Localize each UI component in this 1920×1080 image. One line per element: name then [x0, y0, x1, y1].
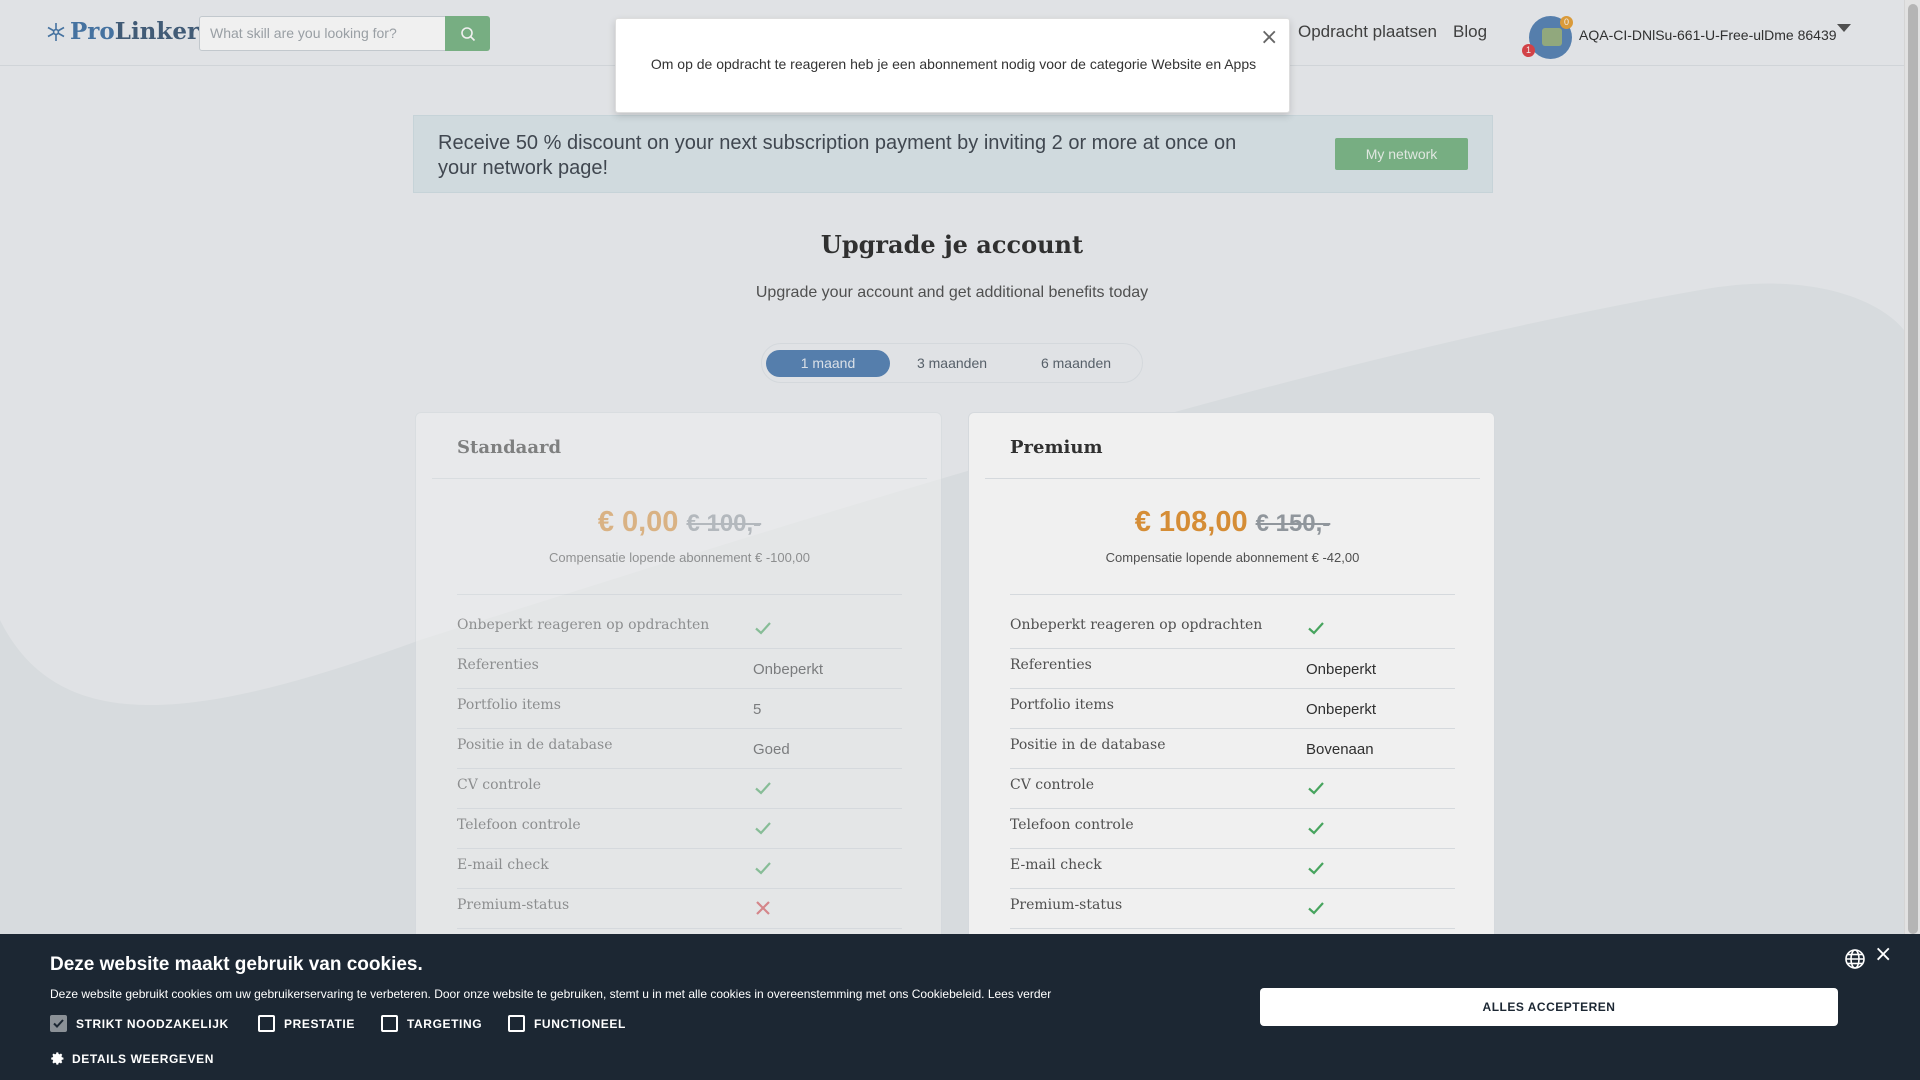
details-label: DETAILS WEERGEVEN [72, 1051, 214, 1066]
check-icon [53, 1019, 64, 1028]
checkbox[interactable] [381, 1015, 398, 1032]
close-icon[interactable]: × [1874, 944, 1892, 966]
cookie-text: Deze website gebruikt cookies om uw gebr… [50, 987, 1051, 1001]
cookie-strict-checkbox[interactable]: STRIKT NOODZAKELIJK [50, 1015, 229, 1032]
cookie-category-label: TARGETING [407, 1016, 483, 1031]
cookie-category-label: STRIKT NOODZAKELIJK [76, 1016, 229, 1031]
checkbox[interactable] [50, 1015, 67, 1032]
gear-icon [51, 1052, 64, 1065]
cookie-performance-checkbox[interactable]: PRESTATIE [258, 1015, 355, 1032]
globe-icon[interactable] [1844, 948, 1866, 970]
cookie-targeting-checkbox[interactable]: TARGETING [381, 1015, 482, 1032]
subscription-required-modal: × Om op de opdracht te reageren heb je e… [615, 18, 1290, 113]
cookie-description: Deze website gebruikt cookies om uw gebr… [50, 987, 985, 1001]
cookie-category-label: FUNCTIONEEL [534, 1016, 626, 1031]
details-toggle[interactable]: DETAILS WEERGEVEN [50, 1051, 214, 1066]
read-more-link[interactable]: Lees verder [988, 987, 1051, 1001]
cookie-title: Deze website maakt gebruik van cookies. [50, 954, 423, 975]
checkbox[interactable] [258, 1015, 275, 1032]
cookie-category-label: PRESTATIE [284, 1016, 355, 1031]
cookie-banner: Deze website maakt gebruik van cookies. … [0, 934, 1920, 1080]
accept-all-button[interactable]: ALLES ACCEPTEREN [1260, 988, 1838, 1026]
checkbox[interactable] [508, 1015, 525, 1032]
modal-overlay [0, 0, 1920, 1080]
cookie-functional-checkbox[interactable]: FUNCTIONEEL [508, 1015, 626, 1032]
modal-message: Om op de opdracht te reageren heb je een… [650, 56, 1257, 72]
close-icon[interactable]: × [1260, 27, 1278, 49]
